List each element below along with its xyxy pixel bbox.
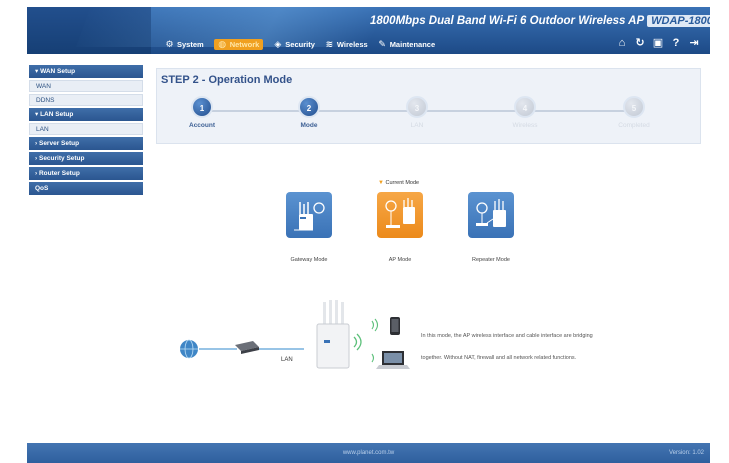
wizard-title: STEP 2 - Operation Mode (161, 74, 293, 86)
modem-icon (235, 341, 259, 354)
step-account[interactable]: 1 Account (172, 96, 232, 129)
current-mode-marker: ▼ Current Mode (378, 180, 420, 186)
current-mode-arrow-icon: ▼ (378, 180, 384, 186)
refresh-icon[interactable]: ↻ (634, 37, 646, 49)
step-lan[interactable]: 3 LAN (387, 96, 447, 129)
repeater-mode-label: Repeater Mode (472, 257, 510, 263)
sidebar-group-lan-setup[interactable]: ▾ LAN Setup (29, 108, 143, 121)
sidebar-group-wan-setup[interactable]: ▾ WAN Setup (29, 65, 143, 78)
wrench-icon: ✎ (378, 38, 386, 49)
topology-diagram: LAN (180, 300, 410, 369)
gateway-router-icon (294, 202, 325, 231)
internet-globe-icon (180, 339, 198, 359)
footer-url[interactable]: www.planet.com.tw (27, 450, 710, 456)
repeater-mode-button[interactable] (468, 192, 514, 238)
header: 1800Mbps Dual Band Wi-Fi 6 Outdoor Wirel… (27, 7, 710, 54)
laptop-icon (376, 351, 410, 369)
lan-label: LAN (281, 357, 293, 363)
repeater-icon (476, 199, 506, 227)
network-icon: ◍ (218, 38, 227, 49)
logout-icon[interactable]: ⇥ (688, 37, 700, 49)
ap-mode-button[interactable] (377, 192, 423, 238)
step-mode[interactable]: 2 Mode (279, 96, 339, 129)
nav-network[interactable]: ◍ Network (213, 38, 264, 50)
sidebar-item-ddns[interactable]: DDNS (29, 94, 143, 106)
wizard-steps: STEP 2 - Operation Mode 1 Account 2 Mode… (156, 68, 701, 144)
nav-security[interactable]: ◈ Security (273, 38, 315, 49)
sidebar-group-server-setup[interactable]: › Server Setup (29, 137, 143, 150)
nav-system[interactable]: ⚙ System (165, 38, 203, 49)
save-icon[interactable]: ▣ (652, 37, 664, 49)
shield-icon: ◈ (274, 38, 282, 49)
product-title: 1800Mbps Dual Band Wi-Fi 6 Outdoor Wirel… (370, 15, 710, 27)
ap-mode-label: AP Mode (388, 257, 412, 263)
outdoor-ap-icon (316, 300, 350, 369)
nav-maintenance[interactable]: ✎ Maintenance (378, 38, 435, 49)
home-icon[interactable]: ⌂ (616, 37, 628, 49)
step-completed[interactable]: 5 Completed (604, 96, 664, 129)
sidebar-item-lan[interactable]: LAN (29, 123, 143, 135)
sidebar-item-wan[interactable]: WAN (29, 80, 143, 92)
gear-icon: ⚙ (165, 38, 174, 49)
mode-description: In this mode, the AP wireless interface … (421, 333, 593, 361)
step-wireless[interactable]: 4 Wireless (495, 96, 555, 129)
access-point-icon (385, 198, 415, 228)
app-frame: 1800Mbps Dual Band Wi-Fi 6 Outdoor Wirel… (27, 7, 710, 463)
top-nav: ⚙ System ◍ Network ◈ Security ≋ Wireless… (165, 37, 435, 51)
version-label: Version: 1.02 (668, 450, 704, 456)
nav-wireless[interactable]: ≋ Wireless (325, 38, 368, 49)
smartphone-icon (390, 317, 400, 335)
sidebar-group-router-setup[interactable]: › Router Setup (29, 167, 143, 180)
wifi-icon: ≋ (325, 38, 334, 49)
gateway-mode-label: Gateway Mode (290, 257, 328, 263)
top-tools: ⌂ ↻ ▣ ? ⇥ (616, 37, 700, 49)
model-badge: WDAP-1800AX (647, 15, 710, 27)
gateway-mode-button[interactable] (286, 192, 332, 238)
sidebar-item-qos[interactable]: QoS (29, 182, 143, 195)
help-icon[interactable]: ? (670, 37, 682, 49)
sidebar-group-security-setup[interactable]: › Security Setup (29, 152, 143, 165)
sidebar: ▾ WAN Setup WAN DDNS ▾ LAN Setup LAN › S… (29, 65, 143, 197)
footer: www.planet.com.tw Version: 1.02 (27, 443, 710, 463)
